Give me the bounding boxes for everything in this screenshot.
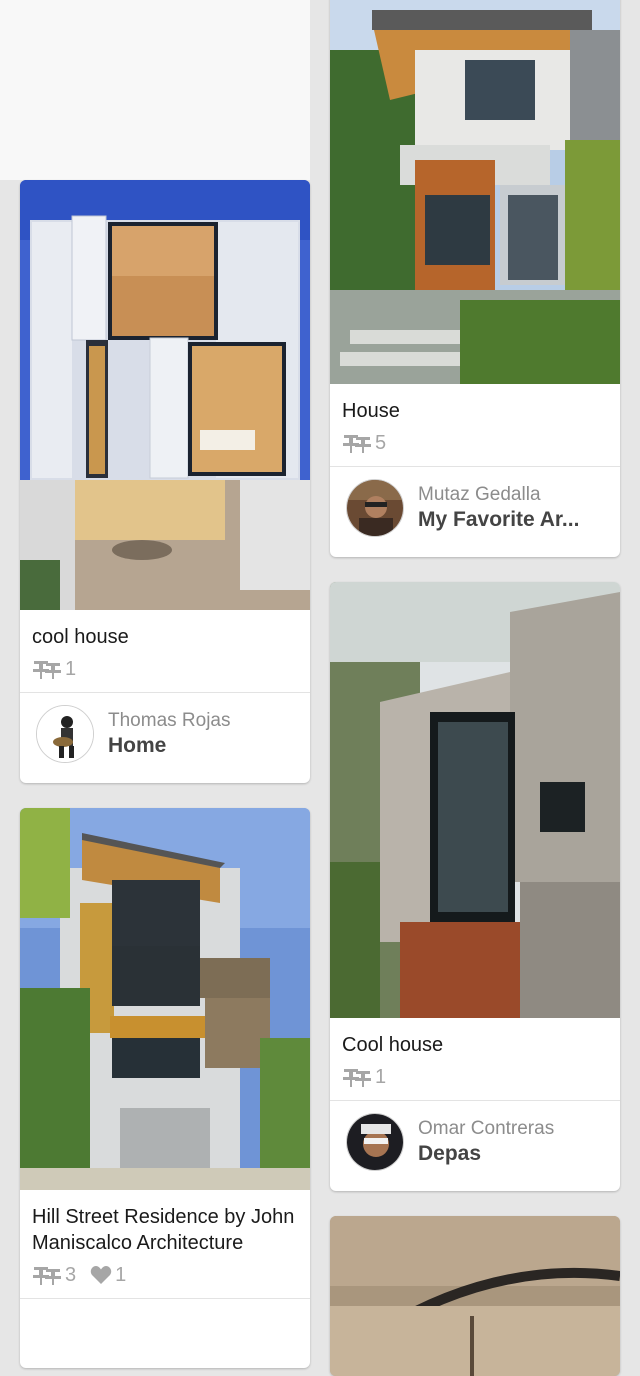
- pinner-name[interactable]: Mutaz Gedalla: [418, 483, 579, 507]
- repin-count: 5: [342, 432, 386, 455]
- pin-stats: 1: [20, 650, 310, 692]
- repin-count: 1: [32, 658, 76, 681]
- pin-stats: 3 1: [20, 1256, 310, 1298]
- pinner-name[interactable]: Omar Contreras: [418, 1117, 554, 1141]
- repin-count-value: 1: [375, 1065, 387, 1088]
- pin-card[interactable]: [330, 1216, 620, 1376]
- pinner-row[interactable]: Omar Contreras Depas: [330, 1100, 620, 1183]
- pushpin-icon: [32, 659, 62, 679]
- pin-image[interactable]: [20, 180, 310, 610]
- pushpin-icon: [32, 1265, 62, 1285]
- pin-image[interactable]: [330, 1216, 620, 1376]
- like-count: 1: [90, 1264, 126, 1287]
- pushpin-icon: [342, 433, 372, 453]
- pin-title[interactable]: House: [330, 384, 620, 424]
- pin-title[interactable]: Cool house: [330, 1018, 620, 1058]
- pin-card[interactable]: Cool house 1 Omar Contreras Depas: [330, 582, 620, 1191]
- pin-stats: 1: [330, 1058, 620, 1100]
- pinner-name[interactable]: Thomas Rojas: [108, 709, 231, 733]
- repin-count-value: 1: [65, 657, 77, 680]
- pinner-row[interactable]: Thomas Rojas Home: [20, 692, 310, 775]
- blank-header-area: [0, 0, 310, 180]
- board-name[interactable]: Depas: [418, 1141, 554, 1167]
- board-name[interactable]: Home: [108, 733, 231, 759]
- pin-title[interactable]: cool house: [20, 610, 310, 650]
- repin-count-value: 5: [375, 431, 387, 454]
- pinner-row[interactable]: [20, 1298, 310, 1368]
- pin-image[interactable]: [20, 808, 310, 1190]
- pin-image[interactable]: [330, 0, 620, 384]
- pin-card[interactable]: Hill Street Residence by John Maniscalco…: [20, 808, 310, 1368]
- pin-stats: 5: [330, 424, 620, 466]
- pin-card[interactable]: House 5 Mutaz Gedalla My Favorite Ar...: [330, 0, 620, 557]
- board-name[interactable]: My Favorite Ar...: [418, 507, 579, 533]
- repin-count: 1: [342, 1066, 386, 1089]
- pin-card[interactable]: cool house 1 Thomas Rojas Home: [20, 180, 310, 783]
- pinner-row[interactable]: Mutaz Gedalla My Favorite Ar...: [330, 466, 620, 549]
- like-count-value: 1: [115, 1263, 127, 1286]
- repin-count-value: 3: [65, 1263, 77, 1286]
- pushpin-icon: [342, 1067, 372, 1087]
- pin-image[interactable]: [330, 582, 620, 1018]
- avatar[interactable]: [346, 1113, 404, 1171]
- avatar[interactable]: [346, 479, 404, 537]
- pin-title[interactable]: Hill Street Residence by John Maniscalco…: [20, 1190, 310, 1256]
- repin-count: 3: [32, 1264, 76, 1287]
- avatar[interactable]: [36, 705, 94, 763]
- heart-icon: [90, 1265, 112, 1285]
